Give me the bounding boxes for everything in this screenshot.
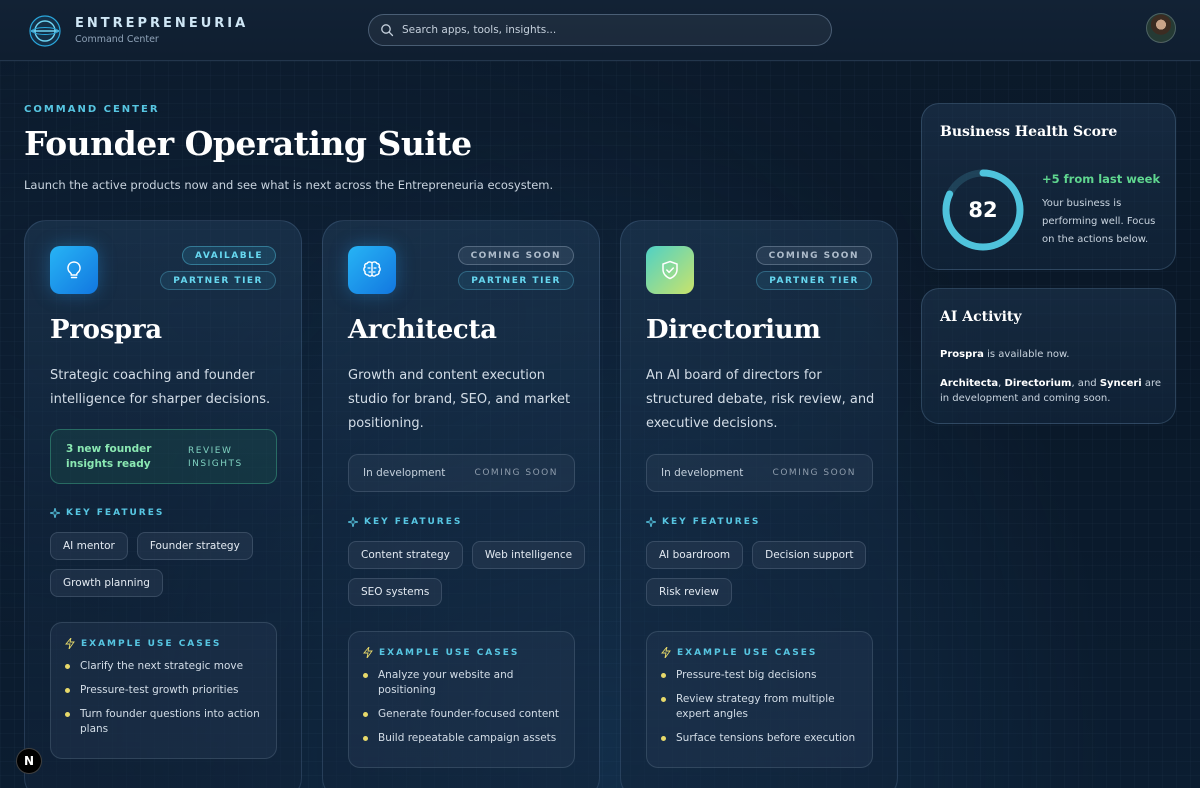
key-features-label: KEY FEATURES	[348, 517, 462, 527]
dev-tools-badge[interactable]: N	[16, 748, 42, 774]
development-status: In development COMING SOON	[646, 454, 873, 492]
list-item: Pressure-test big decisions	[661, 668, 858, 683]
list-item: Review strategy from multiple expert ang…	[661, 692, 858, 722]
status-badge: COMING SOON	[755, 246, 872, 265]
use-cases-box: EXAMPLE USE CASES Clarify the next strat…	[50, 622, 277, 759]
product-name: Synceri	[1099, 378, 1142, 389]
status-badge: COMING SOON	[457, 246, 574, 265]
card-description: Growth and content execution studio for …	[348, 368, 571, 431]
insights-callout[interactable]: 3 new founder insights ready REVIEW INSI…	[50, 429, 277, 484]
feature-chip[interactable]: Decision support	[752, 541, 867, 569]
coming-soon-label: COMING SOON	[772, 468, 856, 478]
brand-name: ENTREPRENEURIA	[75, 16, 249, 31]
page-title: Founder Operating Suite	[24, 124, 472, 163]
list-item: Surface tensions before execution	[661, 731, 858, 746]
search-icon	[381, 24, 394, 37]
page-subtitle: Launch the active products now and see w…	[24, 178, 554, 192]
top-bar: ENTREPRENEURIA Command Center	[0, 0, 1200, 61]
tier-badge: PARTNER TIER	[160, 271, 276, 290]
lightning-icon	[363, 647, 373, 658]
use-cases-label: EXAMPLE USE CASES	[65, 638, 262, 649]
list-item: Generate founder-focused content	[363, 707, 560, 722]
development-label: In development	[661, 467, 744, 479]
card-description: Strategic coaching and founder intellige…	[50, 368, 271, 407]
sparkle-icon	[646, 517, 656, 527]
key-features-label: KEY FEATURES	[646, 517, 760, 527]
feature-chips: AI mentor Founder strategy Growth planni…	[50, 532, 290, 597]
feature-chip[interactable]: AI mentor	[50, 532, 128, 560]
card-title: Architecta	[348, 315, 497, 345]
card-description: An AI board of directors for structured …	[646, 368, 875, 431]
lightning-icon	[65, 638, 75, 649]
brain-icon	[348, 246, 396, 294]
list-item: Analyze your website and positioning	[363, 668, 560, 698]
business-health-panel: Business Health Score 82 +5 from last we…	[921, 103, 1176, 270]
feature-chip[interactable]: Growth planning	[50, 569, 163, 597]
activity-item: Prospra is available now.	[940, 347, 1165, 362]
health-score-note: Your business is performing well. Focus …	[1042, 198, 1156, 245]
use-cases-label: EXAMPLE USE CASES	[661, 647, 858, 658]
brand-subtitle: Command Center	[75, 34, 159, 45]
use-cases-box: EXAMPLE USE CASES Analyze your website a…	[348, 631, 575, 768]
avatar[interactable]	[1146, 13, 1176, 43]
product-name: Architecta	[940, 378, 999, 389]
status-badge: AVAILABLE	[182, 246, 276, 265]
activity-item: Architecta, Directorium, and Synceri are…	[940, 376, 1165, 406]
search-input[interactable]	[402, 15, 822, 45]
sparkle-icon	[50, 508, 60, 518]
logo-icon[interactable]	[28, 14, 62, 48]
use-cases-text: EXAMPLE USE CASES	[379, 647, 520, 658]
lightbulb-icon	[50, 246, 98, 294]
health-score-delta: +5 from last week	[1042, 172, 1161, 186]
review-insights-button[interactable]: REVIEW INSIGHTS	[188, 445, 268, 471]
panel-title: Business Health Score	[940, 124, 1118, 140]
feature-chip[interactable]: SEO systems	[348, 578, 443, 606]
product-card-architecta[interactable]: COMING SOON PARTNER TIER Architecta Grow…	[322, 220, 600, 788]
key-features-text: KEY FEATURES	[364, 517, 463, 527]
list-item: Pressure-test growth priorities	[65, 683, 262, 698]
development-label: In development	[363, 467, 446, 479]
use-cases-text: EXAMPLE USE CASES	[677, 647, 818, 658]
health-score-value: 82	[968, 198, 998, 222]
card-title: Directorium	[646, 315, 821, 345]
feature-chip[interactable]: Web intelligence	[471, 541, 586, 569]
feature-chip[interactable]: Risk review	[646, 578, 732, 606]
tier-badge: PARTNER TIER	[458, 271, 574, 290]
search-bar[interactable]	[368, 14, 832, 46]
feature-chip[interactable]: Founder strategy	[136, 532, 253, 560]
product-name: Prospra	[940, 349, 984, 360]
key-features-label: KEY FEATURES	[50, 508, 164, 518]
product-name: Directorium	[1004, 378, 1072, 389]
development-status: In development COMING SOON	[348, 454, 575, 492]
use-cases-list: Pressure-test big decisions Review strat…	[661, 668, 858, 746]
feature-chips: Content strategy Web intelligence SEO sy…	[348, 541, 588, 606]
coming-soon-label: COMING SOON	[474, 468, 558, 478]
product-card-directorium[interactable]: COMING SOON PARTNER TIER Directorium An …	[620, 220, 898, 788]
key-features-text: KEY FEATURES	[66, 508, 165, 518]
list-item: Build repeatable campaign assets	[363, 731, 560, 746]
use-cases-box: EXAMPLE USE CASES Pressure-test big deci…	[646, 631, 873, 768]
use-cases-list: Clarify the next strategic move Pressure…	[65, 659, 262, 737]
shield-check-icon	[646, 246, 694, 294]
page-eyebrow: COMMAND CENTER	[24, 104, 160, 115]
feature-chip[interactable]: Content strategy	[348, 541, 463, 569]
key-features-text: KEY FEATURES	[662, 517, 761, 527]
feature-chip[interactable]: AI boardroom	[646, 541, 744, 569]
use-cases-text: EXAMPLE USE CASES	[81, 638, 222, 649]
use-cases-list: Analyze your website and positioning Gen…	[363, 668, 560, 746]
activity-text: is available now.	[983, 349, 1070, 360]
ai-activity-panel: AI Activity Prospra is available now. Ar…	[921, 288, 1176, 424]
panel-title: AI Activity	[940, 309, 1022, 325]
sparkle-icon	[348, 517, 358, 527]
list-item: Clarify the next strategic move	[65, 659, 262, 674]
separator-text: , and	[1071, 378, 1100, 389]
list-item: Turn founder questions into action plans	[65, 707, 262, 737]
product-card-prospra[interactable]: AVAILABLE PARTNER TIER Prospra Strategic…	[24, 220, 302, 788]
use-cases-label: EXAMPLE USE CASES	[363, 647, 560, 658]
feature-chips: AI boardroom Decision support Risk revie…	[646, 541, 886, 606]
insights-count: 3 new founder insights ready	[66, 443, 152, 470]
tier-badge: PARTNER TIER	[756, 271, 872, 290]
card-title: Prospra	[50, 315, 162, 345]
lightning-icon	[661, 647, 671, 658]
